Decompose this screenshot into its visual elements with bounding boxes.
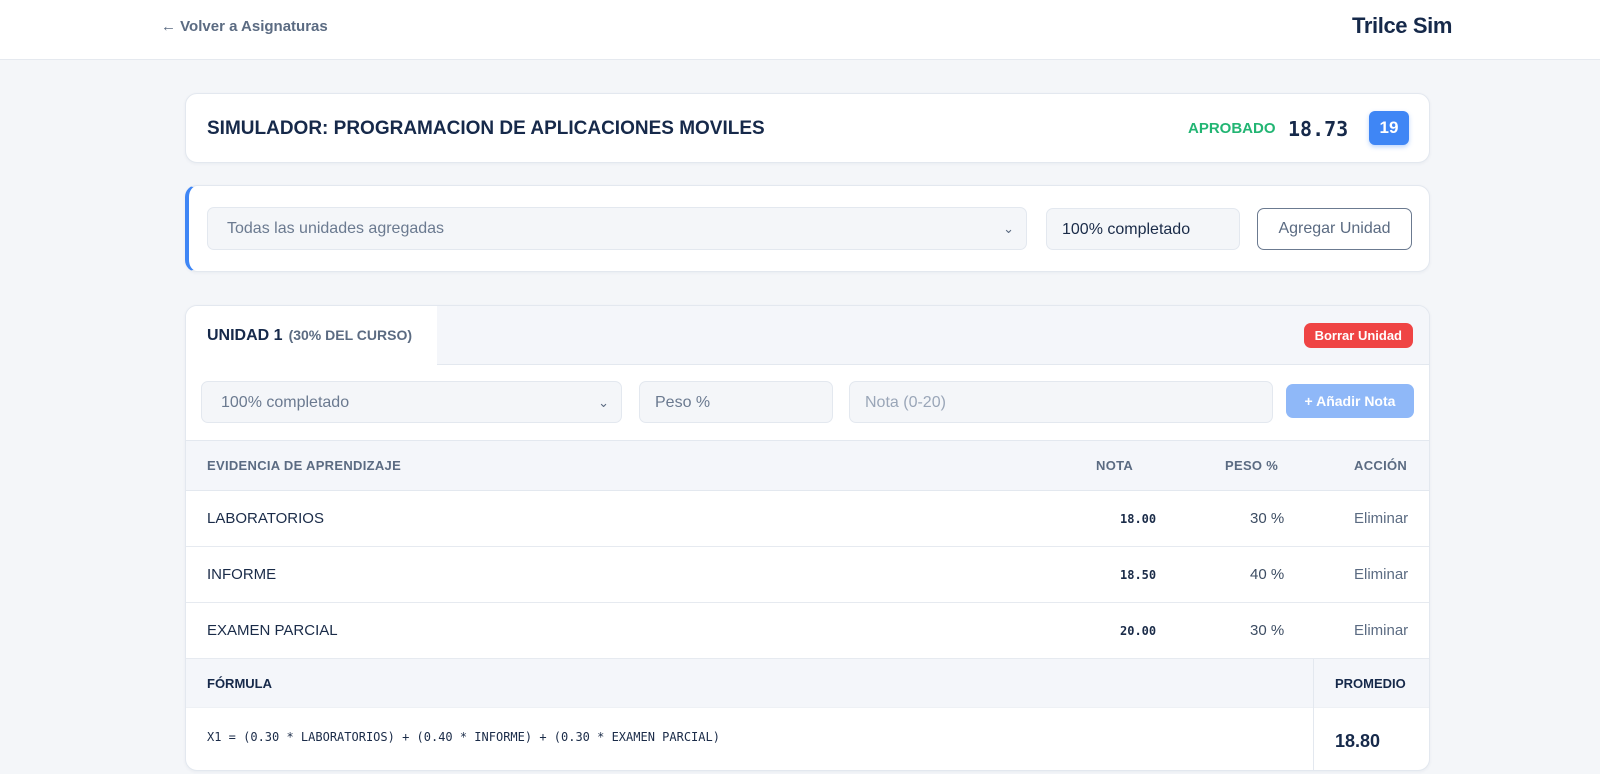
evidence-weight: 40 % xyxy=(1250,566,1285,583)
table-row: EXAMEN PARCIAL 20.00 30 % Eliminar xyxy=(186,603,1429,659)
evidence-grade: 18.00 xyxy=(1120,512,1157,526)
evidence-name: EXAMEN PARCIAL xyxy=(207,622,338,639)
course-progress-field[interactable]: 100% completado xyxy=(1046,208,1240,250)
unit-card: UNIDAD 1 (30% DEL CURSO) Borrar Unidad 10… xyxy=(185,305,1430,771)
unit-weight: (30% DEL CURSO) xyxy=(288,327,412,343)
table-row: LABORATORIOS 18.00 30 % Eliminar xyxy=(186,491,1429,547)
status-badge: APROBADO xyxy=(1188,120,1276,137)
back-to-subjects-link[interactable]: ← Volver a Asignaturas xyxy=(161,18,328,35)
unit-select-value: Todas las unidades agregadas xyxy=(227,220,445,237)
column-header-nota: NOTA xyxy=(1096,458,1134,473)
column-header-accion: ACCIÓN xyxy=(1354,458,1408,473)
unit-select[interactable]: Todas las unidades agregadas ⌄ xyxy=(207,207,1027,250)
delete-evidence-link[interactable]: Eliminar xyxy=(1354,622,1408,639)
formula-header: FÓRMULA PROMEDIO xyxy=(186,659,1429,708)
evidence-grade: 18.50 xyxy=(1120,568,1157,582)
formula-divider xyxy=(1313,659,1314,770)
simulator-summary-card: SIMULADOR: PROGRAMACION DE APLICACIONES … xyxy=(185,93,1430,163)
evidence-select[interactable]: 100% completado ⌄ xyxy=(201,381,622,423)
rounded-score-badge: 19 xyxy=(1369,111,1409,145)
table-row: INFORME 18.50 40 % Eliminar xyxy=(186,547,1429,603)
grade-input[interactable]: Nota (0-20) xyxy=(849,381,1273,423)
chevron-down-icon: ⌄ xyxy=(1003,221,1014,236)
evidence-grade: 20.00 xyxy=(1120,624,1157,638)
formula-label: FÓRMULA xyxy=(207,676,272,691)
evidence-weight: 30 % xyxy=(1250,510,1285,527)
unit-name: UNIDAD 1 xyxy=(207,327,283,344)
unit-tab[interactable]: UNIDAD 1 (30% DEL CURSO) xyxy=(186,306,437,366)
unit-average-value: 18.80 xyxy=(1335,731,1381,751)
weight-input[interactable]: Peso % xyxy=(639,381,833,423)
unit-controls-card: Todas las unidades agregadas ⌄ 100% comp… xyxy=(185,185,1430,272)
brand-logo: Trilce Sim xyxy=(1352,13,1452,38)
average-label: PROMEDIO xyxy=(1335,676,1406,691)
evidence-select-value: 100% completado xyxy=(221,394,350,411)
chevron-down-icon: ⌄ xyxy=(598,395,609,410)
table-header: EVIDENCIA DE APRENDIZAJE NOTA PESO % ACC… xyxy=(186,440,1429,491)
top-bar: ← Volver a Asignaturas Trilce Sim xyxy=(0,0,1600,60)
page-title: SIMULADOR: PROGRAMACION DE APLICACIONES … xyxy=(207,118,765,139)
delete-evidence-link[interactable]: Eliminar xyxy=(1354,566,1408,583)
evidence-name: INFORME xyxy=(207,566,277,583)
evidence-name: LABORATORIOS xyxy=(207,510,324,527)
unit-header: UNIDAD 1 (30% DEL CURSO) Borrar Unidad xyxy=(186,306,1429,366)
final-score: 18.73 xyxy=(1288,117,1349,141)
add-note-button[interactable]: + Añadir Nota xyxy=(1286,384,1414,418)
add-note-form: 100% completado ⌄ Peso % Nota (0-20) + A… xyxy=(186,365,1429,440)
evidence-weight: 30 % xyxy=(1250,622,1285,639)
delete-evidence-link[interactable]: Eliminar xyxy=(1354,510,1408,527)
column-header-peso: PESO % xyxy=(1225,458,1279,473)
add-unit-button[interactable]: Agregar Unidad xyxy=(1257,208,1412,250)
delete-unit-button[interactable]: Borrar Unidad xyxy=(1303,323,1413,348)
column-header-evidence: EVIDENCIA DE APRENDIZAJE xyxy=(207,458,402,473)
formula-expression: X1 = (0.30 * LABORATORIOS) + (0.40 * INF… xyxy=(207,730,720,744)
